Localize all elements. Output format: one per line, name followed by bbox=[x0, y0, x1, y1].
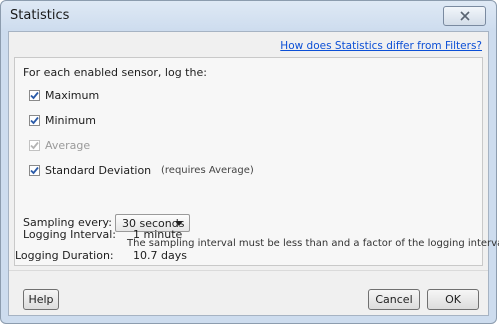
window-title: Statistics bbox=[10, 8, 70, 23]
sampling-hint: The sampling interval must be less than … bbox=[127, 238, 499, 249]
statistics-dialog: Statistics How does Statistics differ fr… bbox=[0, 0, 499, 324]
statistics-vs-filters-link[interactable]: How does Statistics differ from Filters? bbox=[280, 40, 482, 52]
checkmark-icon bbox=[30, 141, 39, 150]
average-checkbox[interactable] bbox=[29, 140, 40, 151]
checkmark-icon bbox=[30, 91, 39, 100]
requires-average-note: (requires Average) bbox=[161, 165, 254, 176]
close-x-icon bbox=[459, 11, 470, 21]
maximum-checkbox[interactable] bbox=[29, 90, 40, 101]
logging-interval-value: 1 minute bbox=[133, 228, 183, 241]
standard-deviation-checkbox[interactable] bbox=[29, 165, 40, 176]
checkmark-icon bbox=[30, 166, 39, 175]
logging-interval-label: Logging Interval: bbox=[23, 228, 116, 241]
minimum-checkbox[interactable] bbox=[29, 115, 40, 126]
maximum-label: Maximum bbox=[45, 89, 100, 102]
title-bar: Statistics bbox=[1, 1, 496, 31]
cancel-button[interactable]: Cancel bbox=[368, 289, 420, 310]
close-button[interactable] bbox=[443, 6, 486, 26]
button-row-separator bbox=[9, 270, 488, 271]
standard-deviation-label: Standard Deviation bbox=[45, 164, 152, 177]
log-intro-label: For each enabled sensor, log the: bbox=[23, 66, 207, 79]
checkmark-icon bbox=[30, 116, 39, 125]
ok-button[interactable]: OK bbox=[427, 289, 479, 310]
dialog-body: How does Statistics differ from Filters?… bbox=[8, 31, 499, 316]
logging-duration-value: 10.7 days bbox=[133, 249, 187, 262]
help-button[interactable]: Help bbox=[23, 289, 59, 310]
logging-duration-label: Logging Duration: bbox=[15, 249, 114, 262]
minimum-label: Minimum bbox=[45, 114, 96, 127]
average-label: Average bbox=[45, 139, 91, 152]
chevron-down-icon bbox=[175, 221, 183, 226]
